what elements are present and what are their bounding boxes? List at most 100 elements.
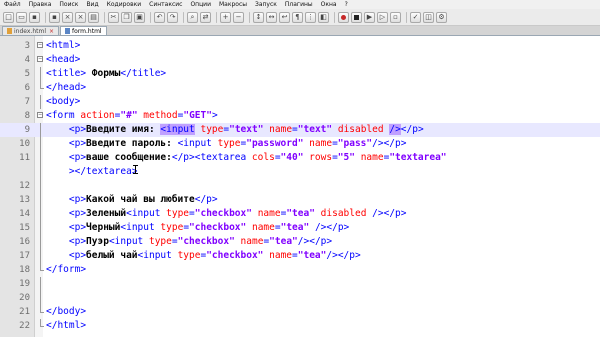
tab-index-html[interactable]: index.html ×: [2, 26, 60, 35]
code-token: rows: [309, 152, 333, 163]
code-line[interactable]: 10 <p>Введите пароль: <input type="passw…: [0, 137, 600, 151]
code-text: <form action="#" method="GET">: [46, 109, 218, 123]
save-all-icon[interactable]: ▪: [49, 11, 60, 23]
code-line[interactable]: 13 <p>Какой чай вы любите</p>: [0, 193, 600, 207]
code-line[interactable]: 5 <title> Формы</title>: [0, 67, 600, 81]
save-macro-icon[interactable]: ▫: [390, 11, 401, 23]
code-text: </body>: [46, 305, 86, 319]
udl-icon[interactable]: ◧: [318, 11, 329, 23]
menu-item[interactable]: ?: [341, 1, 352, 8]
menu-item[interactable]: Синтаксис: [145, 1, 186, 8]
fold-line: [40, 207, 41, 221]
code-line[interactable]: 21 </body>: [0, 305, 600, 319]
code-token: name: [360, 152, 384, 163]
menu-item[interactable]: Правка: [25, 1, 56, 8]
menu-item[interactable]: Поиск: [55, 1, 82, 8]
line-number: 19: [19, 279, 30, 289]
code-line[interactable]: 9 <p>Введите имя: <input type="text" nam…: [0, 123, 600, 137]
fold-line: [40, 319, 44, 327]
code-line[interactable]: 3 − <html>: [0, 39, 600, 53]
code-token: Зеленый: [86, 208, 127, 219]
code-token: <input: [126, 208, 167, 219]
sync-v-icon[interactable]: ↕: [253, 11, 264, 23]
code-token: name: [269, 250, 293, 261]
code-token: </p>: [400, 124, 424, 135]
paste-icon[interactable]: ▣: [134, 11, 145, 23]
save-icon[interactable]: ▪: [29, 11, 40, 23]
code-token: <input: [108, 236, 149, 247]
code-token: Введите пароль:: [86, 138, 178, 149]
replace-icon[interactable]: ⇄: [200, 11, 211, 23]
code-token: type: [148, 236, 172, 247]
spell-icon[interactable]: ✓: [410, 11, 421, 23]
code-line[interactable]: 8 − <form action="#" method="GET">: [0, 109, 600, 123]
code-token: Пуэр: [86, 236, 109, 247]
code-text: <body>: [46, 95, 80, 109]
code-line[interactable]: 4 − <head>: [0, 53, 600, 67]
close-icon[interactable]: ×: [62, 11, 73, 23]
stop-icon[interactable]: [351, 11, 362, 23]
menu-item[interactable]: Макросы: [215, 1, 251, 8]
line-number: 4: [24, 55, 30, 65]
code-token: </p>: [194, 194, 218, 205]
show-all-icon[interactable]: ¶: [292, 11, 303, 23]
code-line[interactable]: 7 <body>: [0, 95, 600, 109]
code-line[interactable]: 18 </form>: [0, 263, 600, 277]
code-line[interactable]: 16 <p>Пуэр<input type="checkbox" name="t…: [0, 235, 600, 249]
zoom-in-icon[interactable]: +: [220, 11, 231, 23]
code-line[interactable]: 11 <p>ваше сообщение:</p><textarea cols=…: [0, 151, 600, 165]
fold-line: [40, 249, 41, 263]
fold-toggle-icon[interactable]: −: [37, 56, 43, 62]
print-icon[interactable]: ▤: [88, 11, 99, 23]
code-line[interactable]: 19: [0, 277, 600, 291]
menu-item[interactable]: Вид: [82, 1, 102, 8]
record-icon[interactable]: [338, 11, 349, 23]
menu-item[interactable]: Окна: [317, 1, 341, 8]
code-token: name: [251, 222, 275, 233]
cut-icon[interactable]: ✂: [108, 11, 119, 23]
tab-close-icon[interactable]: ×: [49, 28, 54, 35]
code-line[interactable]: 20: [0, 291, 600, 305]
code-editor[interactable]: 3− <html> 4− <head> 5 <title> Формы</title> 6 <…: [0, 36, 600, 337]
menu-item[interactable]: Опции: [186, 1, 215, 8]
code-line[interactable]: ></textarea>: [0, 165, 600, 179]
code-line[interactable]: 17 <p>белый чай<input type="checkbox" na…: [0, 249, 600, 263]
indent-guide-icon[interactable]: ⋮: [305, 11, 316, 23]
code-line[interactable]: 12: [0, 179, 600, 193]
line-number: 11: [19, 153, 30, 163]
fold-toggle-icon[interactable]: −: [37, 42, 43, 48]
zoom-out-icon[interactable]: −: [233, 11, 244, 23]
run-icon[interactable]: ⚙: [436, 11, 447, 23]
fold-toggle-icon[interactable]: −: [37, 112, 43, 118]
code-token: "#": [120, 110, 138, 121]
play-multi-icon[interactable]: ▷: [377, 11, 388, 23]
open-icon[interactable]: ▭: [16, 11, 27, 23]
menu-item[interactable]: Файл: [0, 1, 25, 8]
code-line[interactable]: 15 <p>Черный<input type="checkbox" name=…: [0, 221, 600, 235]
line-number: 10: [19, 139, 30, 149]
play-icon[interactable]: ▶: [364, 11, 375, 23]
code-line[interactable]: 6 </head>: [0, 81, 600, 95]
wrap-icon[interactable]: ↩: [279, 11, 290, 23]
toolbar-separator: [150, 11, 151, 23]
new-icon[interactable]: □: [3, 11, 14, 23]
undo-icon[interactable]: ↶: [154, 11, 165, 23]
code-line[interactable]: 22 </html>: [0, 319, 600, 333]
close-all-icon[interactable]: ×: [75, 11, 86, 23]
redo-icon[interactable]: ↷: [167, 11, 178, 23]
copy-icon[interactable]: ❐: [121, 11, 132, 23]
fold-line: [40, 67, 41, 81]
code-line[interactable]: 14 <p>Зеленый<input type="checkbox" name…: [0, 207, 600, 221]
code-text: </html>: [46, 319, 86, 333]
line-number: 16: [19, 237, 30, 247]
code-token: <p>: [46, 194, 87, 205]
menu-item[interactable]: Плагины: [281, 1, 317, 8]
menu-item[interactable]: Кодировки: [103, 1, 146, 8]
menu-item[interactable]: Запуск: [251, 1, 281, 8]
sync-h-icon[interactable]: ↔: [266, 11, 277, 23]
line-number: 5: [24, 69, 30, 79]
tab-form-html[interactable]: form.html: [60, 26, 107, 35]
find-icon[interactable]: ⌕: [187, 11, 198, 23]
preview-icon[interactable]: ◫: [423, 11, 434, 23]
code-token: <p>: [46, 208, 87, 219]
